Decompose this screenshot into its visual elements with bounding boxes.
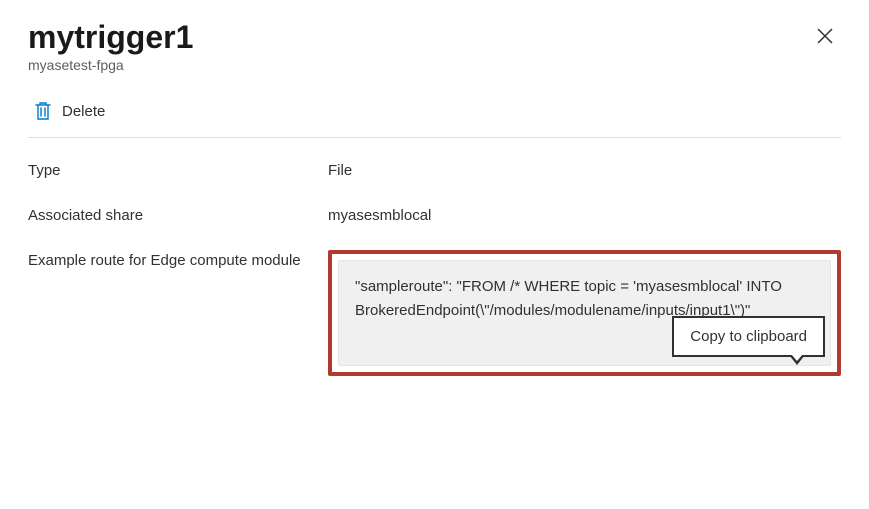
copy-tooltip: Copy to clipboard: [672, 316, 825, 357]
type-label: Type: [28, 160, 328, 179]
type-value: File: [328, 160, 352, 179]
close-icon: [817, 28, 833, 44]
delete-label: Delete: [62, 103, 105, 120]
page-subtitle: myasetest-fpga: [28, 57, 193, 73]
associated-share-label: Associated share: [28, 205, 328, 224]
route-code-text: "sampleroute": "FROM /* WHERE topic = 'm…: [355, 278, 782, 319]
highlight-frame: "sampleroute": "FROM /* WHERE topic = 'm…: [328, 250, 841, 376]
delete-button[interactable]: Delete: [28, 97, 111, 125]
example-route-label: Example route for Edge compute module: [28, 250, 328, 269]
divider: [28, 137, 841, 138]
close-button[interactable]: [809, 20, 841, 56]
page-title: mytrigger1: [28, 20, 193, 55]
associated-share-value: myasesmblocal: [328, 205, 431, 224]
trash-icon: [34, 101, 52, 121]
